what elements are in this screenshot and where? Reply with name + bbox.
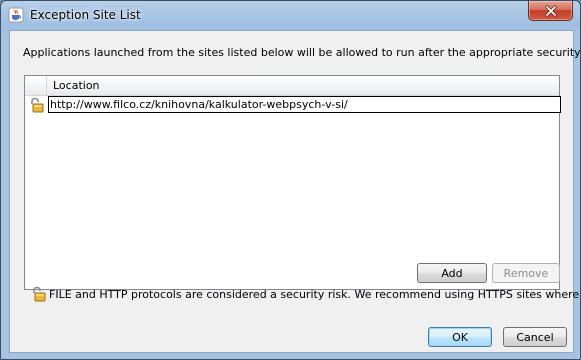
close-button[interactable]: [528, 1, 573, 21]
window-title: Exception Site List: [30, 8, 141, 22]
ok-button[interactable]: OK: [428, 327, 492, 347]
table-header-icon-column: [25, 76, 47, 95]
unlocked-padlock-icon: [28, 97, 44, 113]
exception-site-list-dialog: Exception Site List Applications launche…: [0, 0, 581, 360]
security-warning: FILE and HTTP protocols are considered a…: [28, 285, 580, 303]
java-cup-icon: [8, 7, 24, 23]
dialog-content: Applications launched from the sites lis…: [9, 30, 580, 353]
cancel-button[interactable]: Cancel: [503, 327, 567, 347]
exception-site-table[interactable]: Location http://www.filco.cz/knihovna/ka…: [24, 75, 561, 290]
location-input[interactable]: http://www.filco.cz/knihovna/kalkulator-…: [48, 96, 561, 113]
table-header-location[interactable]: Location: [53, 79, 100, 92]
table-header: Location: [25, 76, 559, 96]
remove-button[interactable]: Remove: [492, 263, 560, 283]
table-row[interactable]: http://www.filco.cz/knihovna/kalkulator-…: [25, 96, 561, 113]
close-icon: [544, 4, 558, 17]
title-bar[interactable]: Exception Site List: [1, 1, 580, 29]
add-button[interactable]: Add: [417, 263, 487, 283]
dialog-description: Applications launched from the sites lis…: [23, 46, 581, 59]
unlocked-padlock-icon: [30, 286, 46, 302]
security-warning-text: FILE and HTTP protocols are considered a…: [49, 288, 581, 301]
